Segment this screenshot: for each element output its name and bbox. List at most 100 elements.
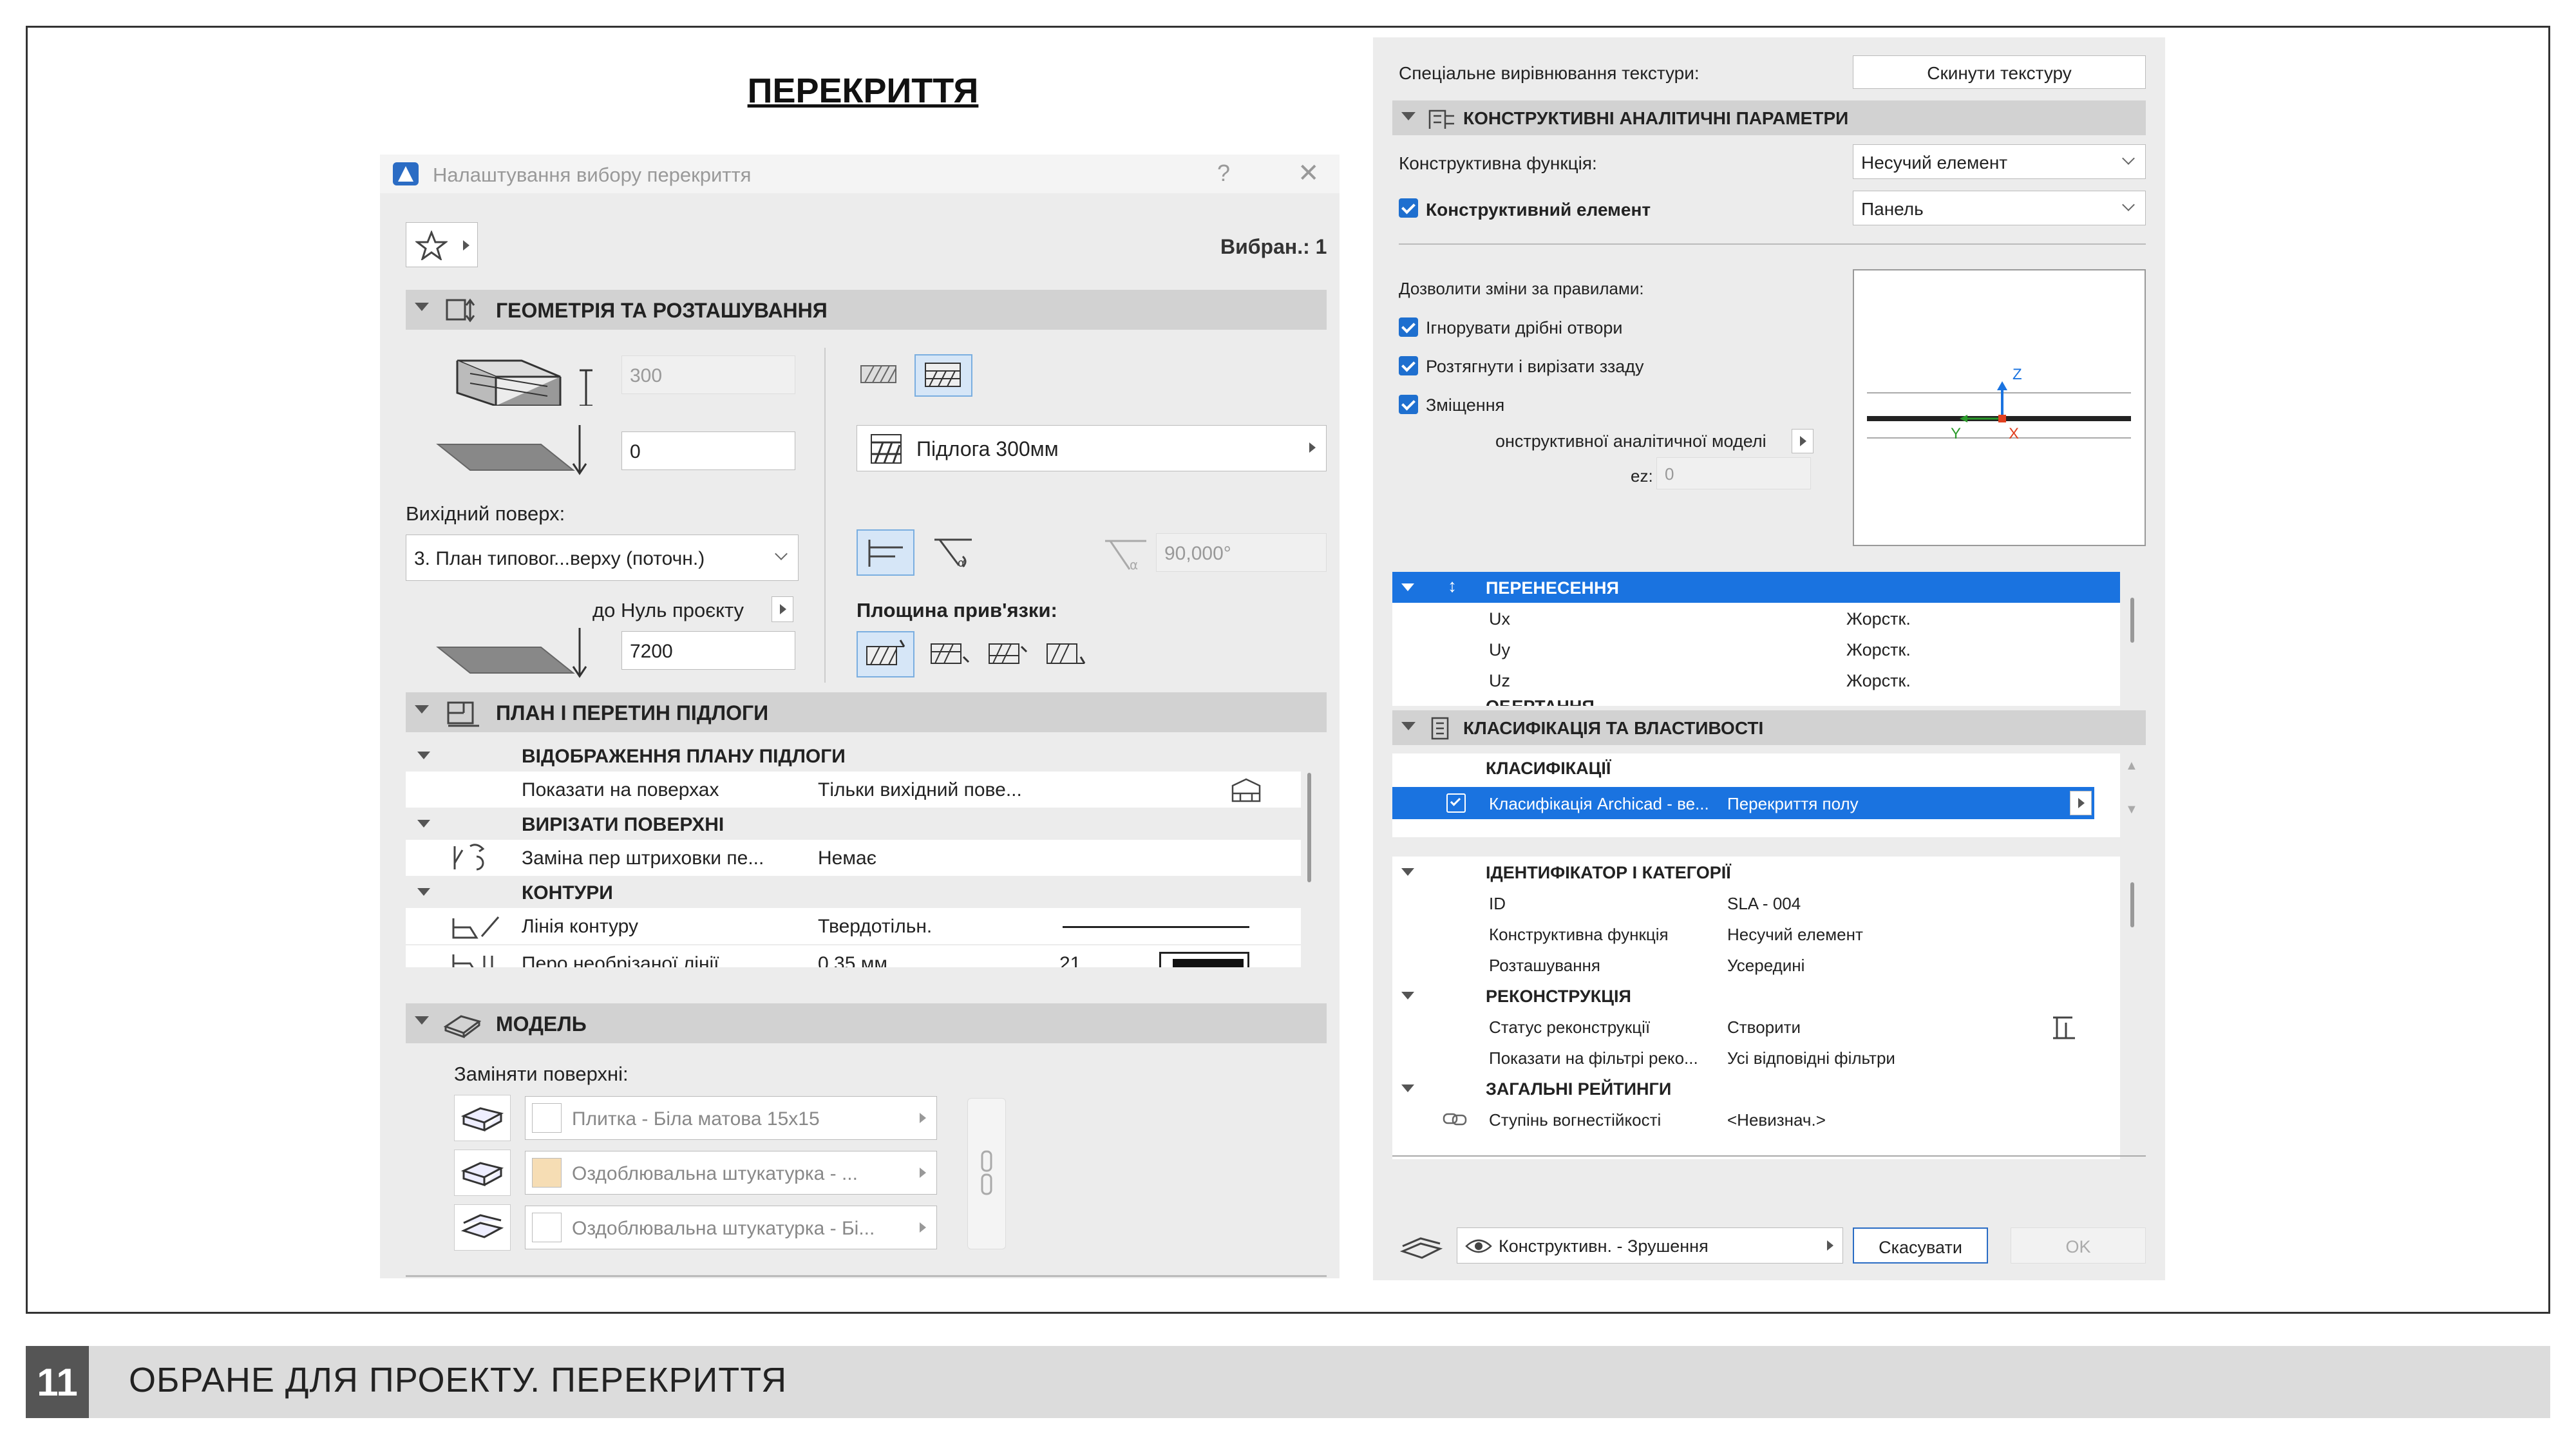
to-zero-arrow-button[interactable] [772, 596, 793, 622]
surface-select-0[interactable]: Плитка - Біла матова 15x15 [525, 1096, 937, 1140]
scrollbar[interactable] [1307, 773, 1311, 882]
ref-plane-top-button[interactable] [857, 631, 914, 677]
scrollbar[interactable] [2130, 882, 2134, 927]
slab-settings-dialog-continued: Спеціальне вирівнювання текстури: Скинут… [1373, 37, 2165, 1280]
transfer-row-uy[interactable]: Uy Жорстк. [1392, 634, 2120, 665]
layer-icon [1399, 1237, 1443, 1259]
ref-plane-core-top-button[interactable] [924, 631, 976, 677]
ref-top-icon [866, 639, 905, 665]
allow-rules-label: Дозволити зміни за правилами: [1399, 279, 1644, 298]
collapse-icon [417, 752, 430, 759]
home-story-select[interactable]: 3. План типовог...верху (поточн.) [406, 535, 799, 581]
thickness-input[interactable]: 300 [621, 355, 795, 394]
bottom-surface-icon[interactable] [454, 1204, 511, 1251]
transfer-table: ↕ ПЕРЕНЕСЕННЯ Ux Жорстк. Uy Жорстк. Uz Ж… [1392, 572, 2120, 706]
pen-row[interactable]: Перо необрізаної лінії 0,35 мм 21 [406, 945, 1301, 967]
struct-element-checkbox[interactable] [1399, 198, 1418, 218]
scrollbar[interactable] [2130, 598, 2134, 643]
archicad-logo-icon [393, 162, 419, 185]
scroll-down-icon[interactable]: ▼ [2125, 802, 2138, 817]
analytic-section-header[interactable]: КОНСТРУКТИВНІ АНАЛІТИЧНІ ПАРАМЕТРИ [1392, 100, 2146, 135]
extend-cut-checkbox[interactable] [1399, 356, 1418, 375]
help-button[interactable]: ? [1217, 160, 1230, 187]
contours-group[interactable]: КОНТУРИ [406, 877, 1301, 907]
analytic-model-arrow-button[interactable] [1792, 429, 1814, 453]
chevron-down-icon [2122, 152, 2135, 165]
geometry-section-header[interactable]: ГЕОМЕТРІЯ ТА РОЗТАШУВАННЯ [406, 290, 1327, 330]
show-on-stories-row[interactable]: Показати на поверхах Тільки вихідний пов… [406, 772, 1301, 808]
struct-function-select[interactable]: Несучий елемент [1853, 144, 2146, 179]
collapse-icon [415, 705, 429, 714]
position-row[interactable]: Розташування Усередині [1392, 949, 2120, 980]
cut-surfaces-group[interactable]: ВИРІЗАТИ ПОВЕРХНІ [406, 809, 1301, 838]
surface-swatch-1 [532, 1158, 562, 1188]
horizontal-slab-button[interactable] [857, 529, 914, 576]
transfer-row-ux[interactable]: Ux Жорстк. [1392, 603, 2120, 634]
contour-line-icon [452, 916, 500, 939]
ref-plane-core-bottom-button[interactable] [982, 631, 1034, 677]
renovation-group[interactable]: РЕКОНСТРУКЦІЯ [1392, 980, 2120, 1011]
line-type-preview [1063, 926, 1249, 928]
properties-icon [1431, 717, 1449, 740]
collapse-icon [1401, 112, 1416, 120]
texture-label: Спеціальне вирівнювання текстури: [1399, 63, 1700, 83]
arrow-right-icon [920, 1222, 926, 1233]
ratings-group[interactable]: ЗАГАЛЬНІ РЕЙТИНГИ [1392, 1073, 2120, 1104]
classification-arrow-button[interactable] [2070, 791, 2092, 815]
hatch-override-row[interactable]: Заміна пер штриховки пе... Немає [406, 840, 1301, 876]
basic-structure-button[interactable] [857, 354, 902, 394]
model-section-header[interactable]: МОДЕЛЬ [406, 1003, 1327, 1043]
tilted-slab-icon: α [934, 538, 972, 570]
id-row[interactable]: ID SLA - 004 [1392, 887, 2120, 918]
offset-checkbox[interactable] [1399, 395, 1418, 414]
surface-select-2[interactable]: Оздоблювальна штукатурка - Бі... [525, 1206, 937, 1249]
ignore-holes-checkbox[interactable] [1399, 317, 1418, 337]
classification-row[interactable]: Класифікація Archicad - ве... Перекриття… [1392, 787, 2094, 819]
pen-icon [452, 954, 493, 967]
extend-cut-label: Розтягнути і вирізати ззаду [1426, 357, 1644, 376]
slab-thickness-icon [456, 359, 592, 406]
axis-x-label: X [2009, 425, 2020, 442]
transfer-header-row[interactable]: ↕ ПЕРЕНЕСЕННЯ [1392, 572, 2120, 603]
link-surfaces-button[interactable] [967, 1098, 1006, 1249]
cancel-button[interactable]: Скасувати [1853, 1227, 1988, 1264]
transfer-icon: ↕ [1448, 576, 1457, 596]
composite-structure-button[interactable] [914, 354, 972, 397]
surface-swatch-2 [532, 1213, 562, 1242]
scroll-up-icon[interactable]: ▲ [2125, 759, 2138, 773]
floorplan-section-header[interactable]: ПЛАН І ПЕРЕТИН ПІДЛОГИ [406, 692, 1327, 732]
tilted-slab-button[interactable]: α [927, 529, 979, 576]
ok-button[interactable]: OK [2011, 1227, 2146, 1264]
favorites-button[interactable] [406, 222, 478, 267]
composite-select[interactable]: Підлога 300мм [857, 425, 1327, 471]
collapse-icon [1401, 583, 1414, 591]
edge-surface-icon[interactable] [454, 1150, 511, 1196]
classification-section-header[interactable]: КЛАСИФІКАЦІЯ ТА ВЛАСТИВОСТІ [1392, 710, 2146, 745]
collapse-icon [417, 820, 430, 828]
analytic-model-label: онструктивної аналітичної моделі [1495, 431, 1766, 451]
layer-select[interactable]: Конструктивн. - Зрушення [1457, 1227, 1843, 1264]
angle-input[interactable]: 90,000° [1156, 533, 1327, 572]
transfer-row-uz[interactable]: Uz Жорстк. [1392, 665, 2120, 696]
composite-swatch-icon [871, 434, 902, 464]
elevation-input[interactable]: 7200 [621, 631, 795, 670]
struct-function-row[interactable]: Конструктивна функція Несучий елемент [1392, 918, 2120, 949]
close-button[interactable]: ✕ [1298, 158, 1320, 188]
top-surface-icon[interactable] [454, 1095, 511, 1141]
cut-fill-icon [453, 844, 485, 871]
renovation-filter-row[interactable]: Показати на фільтрі реко... Усі відповід… [1392, 1042, 2120, 1073]
fire-rating-row[interactable]: Ступінь вогнестійкості <Невизнач.> [1392, 1104, 2120, 1135]
renovation-status-row[interactable]: Статус реконструкції Створити [1392, 1011, 2120, 1042]
floorplan-display-group[interactable]: ВІДОБРАЖЕННЯ ПЛАНУ ПІДЛОГИ [406, 741, 1301, 770]
reset-texture-button[interactable]: Скинути текстуру [1853, 55, 2146, 89]
surface-select-1[interactable]: Оздоблювальна штукатурка - ... [525, 1151, 937, 1195]
ez-input[interactable]: 0 [1656, 457, 1811, 489]
id-category-group[interactable]: ІДЕНТИФІКАТОР І КАТЕГОРІЇ [1392, 857, 2120, 887]
rotation-header-row[interactable]: ОБЕРТАННЯ [1392, 696, 2120, 706]
contour-line-row[interactable]: Лінія контуру Твердотільн. [406, 908, 1301, 944]
struct-element-select[interactable]: Панель [1853, 191, 2146, 225]
offset-input[interactable]: 0 [621, 431, 795, 470]
classification-checkbox[interactable] [1446, 793, 1466, 813]
surface-swatch-0 [532, 1103, 562, 1133]
ref-plane-bottom-button[interactable] [1040, 631, 1092, 677]
